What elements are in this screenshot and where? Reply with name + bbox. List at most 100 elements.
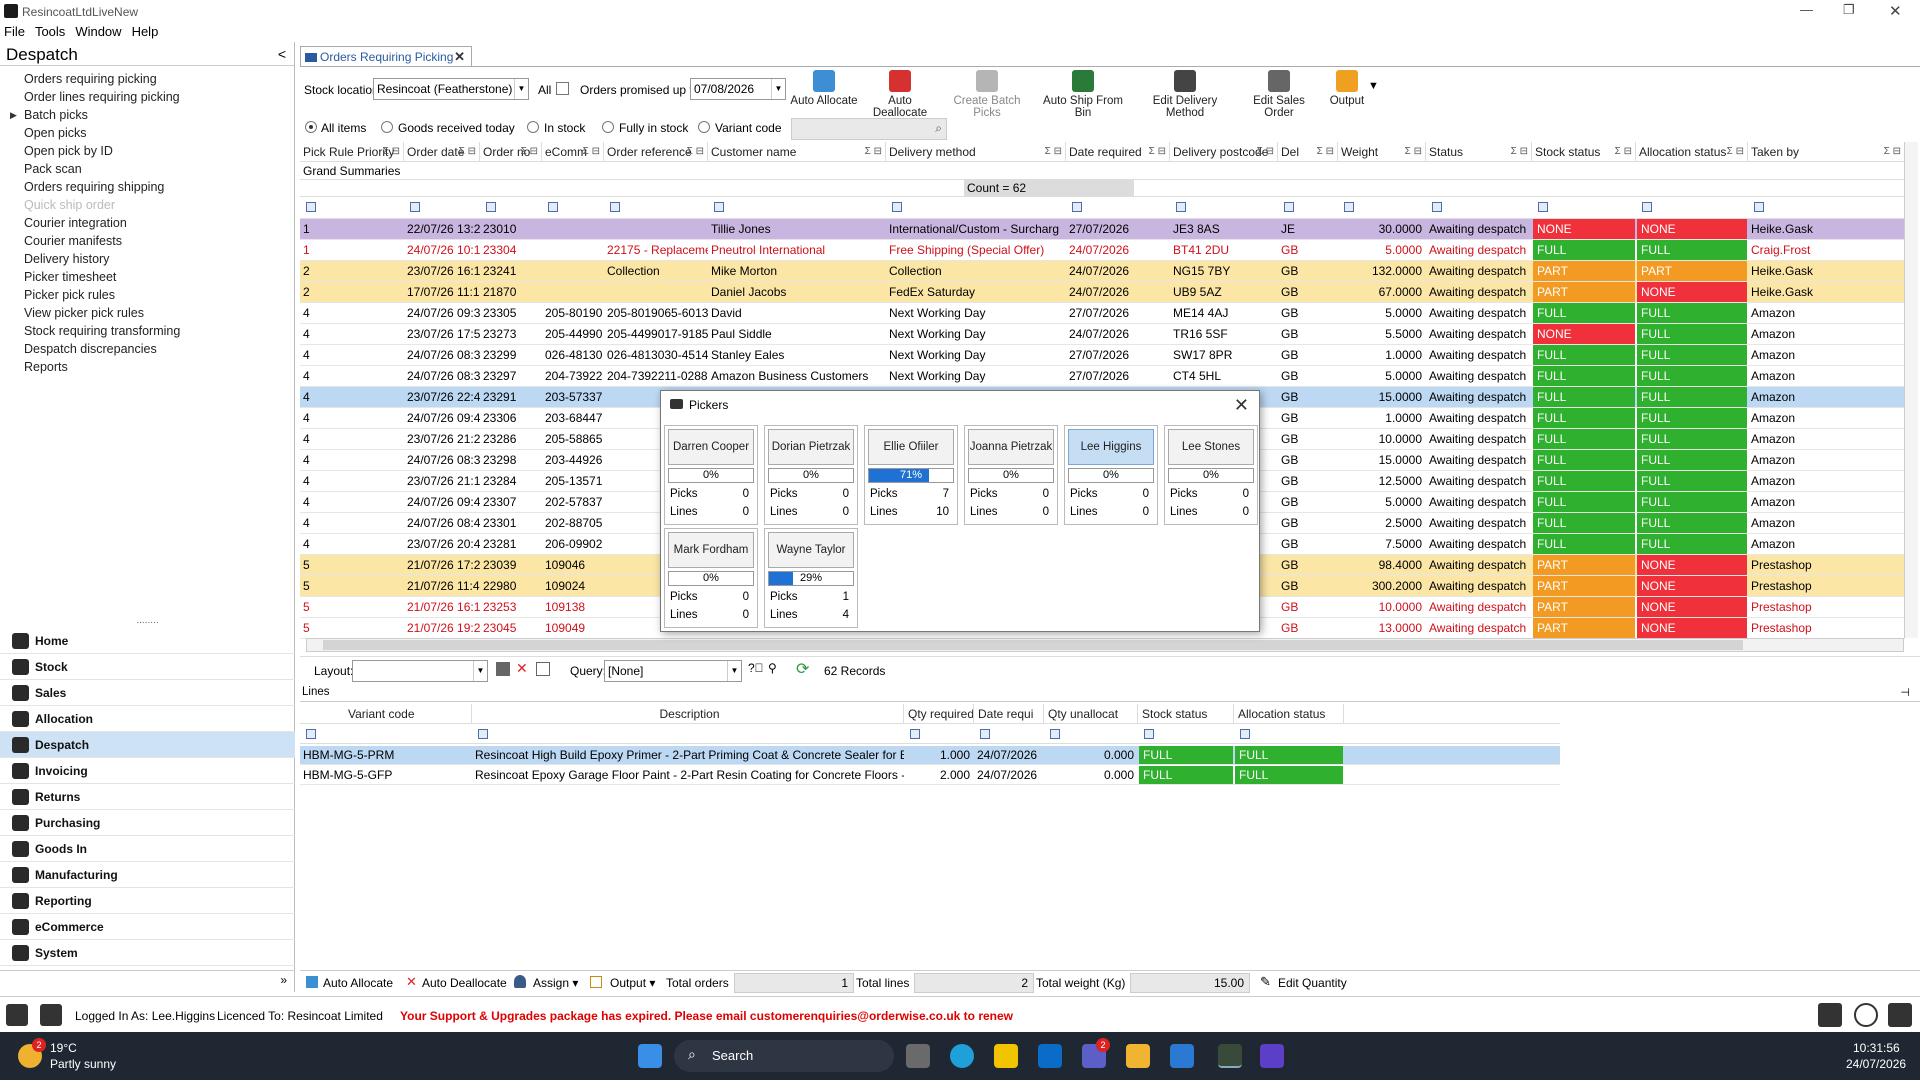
- lines-column-header[interactable]: Description: [472, 704, 904, 724]
- picker-card[interactable]: Ellie Ofiiler 71% Picks 7 Lines 10: [864, 425, 958, 525]
- line-row[interactable]: HBM-MG-5-GFP Resincoat Epoxy Garage Floor…: [300, 766, 1560, 785]
- sticky-notes-icon[interactable]: [994, 1044, 1018, 1068]
- column-summary-icon[interactable]: Σ ⊟: [1727, 142, 1744, 161]
- column-filter-icon[interactable]: [1072, 202, 1082, 212]
- column-header[interactable]: Delivery postcode Σ ⊟: [1170, 142, 1278, 162]
- despatch-menu-item[interactable]: Courier manifests: [0, 232, 294, 250]
- user-icon[interactable]: [1888, 1003, 1912, 1027]
- auto-allocate-button[interactable]: Auto Allocate: [788, 70, 860, 107]
- picker-name[interactable]: Wayne Taylor: [768, 532, 854, 568]
- column-summary-icon[interactable]: Σ ⊟: [459, 142, 476, 161]
- create-batch-picks-button[interactable]: Create Batch Picks: [942, 70, 1032, 119]
- edit-sales-order-button[interactable]: Edit Sales Order: [1238, 70, 1320, 119]
- bottom-output-button[interactable]: Output ▾: [610, 976, 655, 990]
- despatch-menu-item[interactable]: Despatch discrepancies: [0, 340, 294, 358]
- layout-select[interactable]: ▼: [352, 660, 488, 682]
- despatch-menu-item[interactable]: View picker pick rules: [0, 304, 294, 322]
- play-icon[interactable]: [1854, 1003, 1878, 1027]
- nav-item[interactable]: Returns: [0, 784, 295, 810]
- lines-column-header[interactable]: Qty required: [904, 704, 974, 724]
- despatch-menu-item[interactable]: Orders requiring picking: [0, 70, 294, 88]
- lines-column-header[interactable]: Stock status: [1138, 704, 1234, 724]
- task-view-icon[interactable]: [906, 1044, 930, 1068]
- column-header[interactable]: Order date Σ ⊟: [404, 142, 480, 162]
- picker-card[interactable]: Joanna Pietrzak 0% Picks 0 Lines 0: [964, 425, 1058, 525]
- edge-icon[interactable]: [950, 1044, 974, 1068]
- column-header[interactable]: eComm Σ ⊟: [542, 142, 604, 162]
- column-header[interactable]: Stock status Σ ⊟: [1532, 142, 1636, 162]
- outlook-icon[interactable]: [1038, 1044, 1062, 1068]
- column-summary-icon[interactable]: Σ ⊟: [1511, 142, 1528, 161]
- edit-layout-icon[interactable]: [536, 662, 550, 676]
- despatch-menu-item[interactable]: Pack scan: [0, 160, 294, 178]
- despatch-menu-item[interactable]: Open picks: [0, 124, 294, 142]
- nav-overflow-icon[interactable]: »: [280, 973, 287, 987]
- column-filter-icon[interactable]: [548, 202, 558, 212]
- picker-card[interactable]: Lee Higgins 0% Picks 0 Lines 0: [1064, 425, 1158, 525]
- taskbar-search[interactable]: ⌕ Search: [674, 1040, 894, 1072]
- column-filter-icon[interactable]: [486, 202, 496, 212]
- panel-splitter[interactable]: ........: [0, 616, 295, 626]
- assign-button[interactable]: Assign ▾: [533, 976, 578, 990]
- column-filter-icon[interactable]: [1432, 202, 1442, 212]
- column-summary-icon[interactable]: Σ ⊟: [1045, 142, 1062, 161]
- stock-location-select[interactable]: Resincoat (Featherstone) ▼: [373, 78, 529, 100]
- lines-column-header[interactable]: Qty unallocat: [1044, 704, 1138, 724]
- close-dialog-icon[interactable]: ✕: [1234, 391, 1249, 419]
- order-row[interactable]: 4 24/07/26 08:34 23297 204-73922 204-7392211…: [300, 366, 1905, 387]
- column-filter-icon[interactable]: [410, 202, 420, 212]
- column-summary-icon[interactable]: Σ ⊟: [521, 142, 538, 161]
- tab-orders-requiring-picking[interactable]: Orders Requiring Picking ✕: [300, 46, 472, 66]
- restore-icon[interactable]: ❐: [1843, 2, 1855, 18]
- column-filter-icon[interactable]: [306, 202, 316, 212]
- lines-column-header[interactable]: Variant code: [300, 704, 472, 724]
- picker-card[interactable]: Mark Fordham 0% Picks 0 Lines 0: [664, 528, 758, 628]
- column-filter-icon[interactable]: [1754, 202, 1764, 212]
- picker-name[interactable]: Lee Stones: [1168, 429, 1254, 465]
- despatch-menu-item[interactable]: Courier integration: [0, 214, 294, 232]
- close-window-icon[interactable]: ✕: [1889, 2, 1902, 20]
- column-header[interactable]: Date required Σ ⊟: [1066, 142, 1170, 162]
- picker-card[interactable]: Darren Cooper 0% Picks 0 Lines 0: [664, 425, 758, 525]
- picker-name[interactable]: Dorian Pietrzak: [768, 429, 854, 465]
- promised-date-picker[interactable]: 07/08/2026 ▼: [690, 78, 786, 100]
- notepad-icon[interactable]: [1170, 1044, 1194, 1068]
- menu-file[interactable]: File: [4, 24, 25, 39]
- expand-arrow-icon[interactable]: ▶: [10, 106, 17, 124]
- refresh-icon[interactable]: ⟳: [796, 659, 809, 679]
- column-filter-icon[interactable]: [306, 729, 316, 739]
- file-explorer-icon[interactable]: [1126, 1044, 1150, 1068]
- edit-quantity-button[interactable]: Edit Quantity: [1278, 976, 1347, 990]
- output-button[interactable]: Output: [1322, 70, 1372, 107]
- menu-tools[interactable]: Tools: [35, 24, 65, 39]
- column-header[interactable]: Customer name Σ ⊟: [708, 142, 886, 162]
- nav-item[interactable]: Despatch: [0, 732, 295, 758]
- column-summary-icon[interactable]: Σ ⊟: [1884, 142, 1901, 161]
- column-summary-icon[interactable]: Σ ⊟: [383, 142, 400, 161]
- edit-delivery-method-button[interactable]: Edit Delivery Method: [1134, 70, 1236, 119]
- radio-in-stock[interactable]: [527, 121, 539, 133]
- column-summary-icon[interactable]: Σ ⊟: [687, 142, 704, 161]
- delete-layout-icon[interactable]: ✕: [516, 660, 528, 677]
- status-tool-icon[interactable]: [6, 1004, 28, 1026]
- cart-icon[interactable]: [1818, 1003, 1842, 1027]
- column-filter-icon[interactable]: [1538, 202, 1548, 212]
- column-summary-icon[interactable]: Σ ⊟: [865, 142, 882, 161]
- column-filter-icon[interactable]: [610, 202, 620, 212]
- order-row[interactable]: 4 24/07/26 09:37 23305 205-80190 205-8019065…: [300, 303, 1905, 324]
- picker-name[interactable]: Lee Higgins: [1068, 429, 1154, 465]
- despatch-menu-item[interactable]: Orders requiring shipping: [0, 178, 294, 196]
- auto-ship-from-bin-button[interactable]: Auto Ship From Bin: [1034, 70, 1132, 119]
- column-filter-icon[interactable]: [910, 729, 920, 739]
- column-header[interactable]: Delivery method Σ ⊟: [886, 142, 1066, 162]
- column-filter-icon[interactable]: [1144, 729, 1154, 739]
- despatch-menu-item[interactable]: ▶ Batch picks: [0, 106, 294, 124]
- menu-help[interactable]: Help: [132, 24, 159, 39]
- column-summary-icon[interactable]: Σ ⊟: [583, 142, 600, 161]
- query-edit-icon[interactable]: ⚲: [768, 661, 777, 675]
- column-filter-icon[interactable]: [1050, 729, 1060, 739]
- minimize-icon[interactable]: —: [1800, 2, 1813, 17]
- app-q-icon[interactable]: [1260, 1044, 1284, 1068]
- despatch-menu-item[interactable]: Delivery history: [0, 250, 294, 268]
- despatch-menu-item[interactable]: Reports: [0, 358, 294, 376]
